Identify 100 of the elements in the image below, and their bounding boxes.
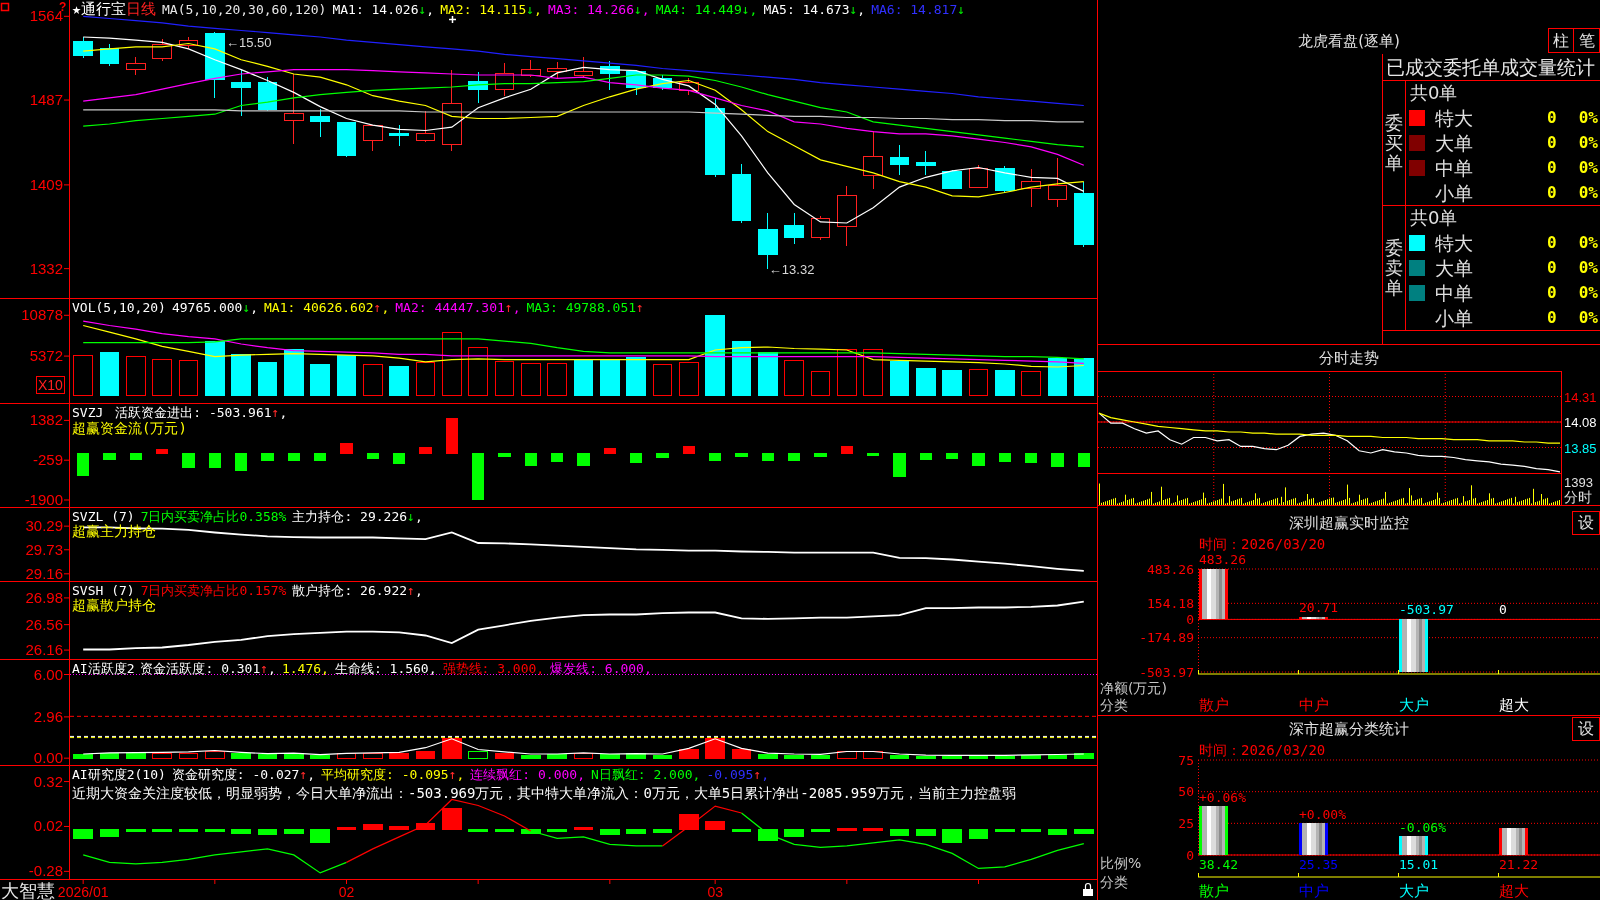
- axis-label: 29.16: [25, 564, 63, 581]
- category-label: 大户: [1399, 882, 1429, 900]
- legend-item: MA2: 14.115↓,: [440, 1, 542, 17]
- order-share: 0%: [1578, 257, 1598, 278]
- order-size-label: 特大: [1435, 231, 1473, 254]
- fund-flow-bar: [182, 453, 195, 468]
- axis-label: 1487: [29, 91, 63, 109]
- fund-flow-bar: [603, 447, 616, 455]
- order-share: 0%: [1578, 107, 1598, 128]
- axis-label: -259: [32, 451, 63, 469]
- settings-button[interactable]: 设: [1572, 511, 1600, 535]
- axis-label: 1332: [29, 259, 63, 277]
- order-size-label: 小单: [1435, 181, 1473, 204]
- category-label: 超大: [1499, 696, 1529, 714]
- candle: [468, 71, 488, 104]
- candle: [336, 121, 357, 158]
- legend-item: -0.095↑,: [706, 767, 770, 782]
- legend-item: 资金研究度: -0.027↑,: [171, 767, 316, 782]
- research-bar: [889, 828, 910, 836]
- axis-label: 483.26: [1147, 561, 1194, 577]
- axis-label: 14.08: [1564, 415, 1597, 430]
- candle: [731, 163, 752, 224]
- axis-label: 1393: [1564, 475, 1593, 490]
- view-toggle-button[interactable]: 笔: [1574, 28, 1600, 53]
- legend-item: MA1: 14.026↓,: [332, 1, 435, 17]
- fund-flow-bar: [656, 453, 669, 458]
- value-label: 15.01: [1399, 857, 1439, 872]
- candle: [679, 77, 699, 96]
- order-share: 0%: [1578, 232, 1598, 253]
- research-bar: [231, 828, 252, 835]
- research-bar: [336, 827, 357, 830]
- research-bar: [283, 828, 304, 835]
- settings-button[interactable]: 设: [1572, 717, 1600, 741]
- candle: [573, 56, 594, 78]
- legend-item: 爆发线: 6.000,: [550, 661, 652, 676]
- research-bar: [73, 828, 94, 839]
- research-bar: [125, 828, 146, 833]
- fund-flow-bar: [814, 453, 827, 457]
- panel-title: 龙虎看盘(逐单): [1298, 32, 1400, 52]
- change-label: +0.00%: [1299, 806, 1346, 822]
- research-bar: [257, 828, 278, 836]
- fund-flow-bar: [551, 453, 564, 462]
- axis-label: 1382: [29, 411, 63, 429]
- candle: [968, 164, 989, 189]
- legend-item: AI活跃度2: [72, 661, 135, 676]
- research-bar: [1021, 828, 1042, 833]
- value-label: -503.97: [1399, 602, 1454, 618]
- legend-item: MA3: 49788.051↑: [526, 300, 644, 315]
- net-amount-bar: [1199, 569, 1228, 620]
- fund-flow-bar: [235, 453, 248, 471]
- price-annotation: ←15.50: [226, 34, 272, 50]
- net-amount-bar: [1399, 619, 1428, 672]
- legend-item: MA6: 14.817↓: [871, 1, 966, 17]
- analysis-comment: 近期大资金关注度较低，明显弱势，今日大单净流出：-503.969万元，其中特大单净流入：0万元，大单5日累计净出-2085.959万元，当前主力控盘弱: [72, 785, 1017, 802]
- fund-flow-bar: [340, 443, 353, 455]
- view-toggle-button[interactable]: 柱: [1548, 28, 1574, 53]
- axis-title: 分类: [1100, 874, 1128, 890]
- research-bar: [389, 825, 410, 830]
- date-label: 03: [707, 884, 723, 900]
- research-bar: [547, 828, 568, 833]
- research-bar: [994, 828, 1015, 833]
- category-label: 散户: [1199, 696, 1229, 714]
- legend-item: 平均研究度: -0.095↑,: [321, 767, 465, 782]
- order-share: 0%: [1578, 157, 1598, 178]
- change-label: +0.06%: [1199, 790, 1246, 806]
- legend-item: 强势线: 3.000,: [442, 661, 545, 676]
- indicator-name: MA(5,10,20,30,60,120): [162, 1, 327, 17]
- fund-flow-bar: [761, 453, 774, 462]
- order-share: 0%: [1578, 307, 1598, 328]
- candle: [942, 169, 962, 190]
- axis-label: -174.89: [1139, 630, 1194, 646]
- stock-name: ★通行宝: [72, 1, 127, 17]
- candle: [784, 212, 804, 245]
- fund-flow-bar: [946, 453, 959, 459]
- order-total: 共0单: [1409, 207, 1458, 229]
- order-count: 0: [1547, 107, 1557, 128]
- fund-flow-bar: [840, 446, 853, 455]
- legend-item: 7日内买卖净占比0.358%: [140, 509, 287, 524]
- fund-flow-bar: [1077, 453, 1090, 467]
- axis-label: 1409: [29, 175, 63, 193]
- order-share: 0%: [1578, 132, 1598, 153]
- research-bar: [942, 828, 963, 844]
- research-bar: [1073, 828, 1094, 834]
- candle: [521, 59, 541, 78]
- candle: [73, 36, 93, 59]
- fund-flow-bar: [314, 453, 327, 461]
- fund-flow-bar: [709, 453, 722, 462]
- square-icon: [0, 2, 10, 12]
- research-bar: [705, 820, 726, 830]
- axis-label: -0.28: [28, 862, 63, 880]
- candle: [863, 130, 883, 190]
- value-label: 0: [1499, 602, 1507, 618]
- legend-item: SVZL (7): [72, 509, 135, 524]
- candle: [494, 62, 515, 97]
- order-total: 共0单: [1409, 82, 1458, 104]
- value-label: 25.35: [1299, 857, 1339, 872]
- axis-label: 0.00: [33, 749, 63, 765]
- axis-label: 26.56: [25, 615, 63, 633]
- chart-subtitle: 时间：2026/03/20: [1199, 742, 1326, 758]
- order-count: 0: [1547, 282, 1557, 303]
